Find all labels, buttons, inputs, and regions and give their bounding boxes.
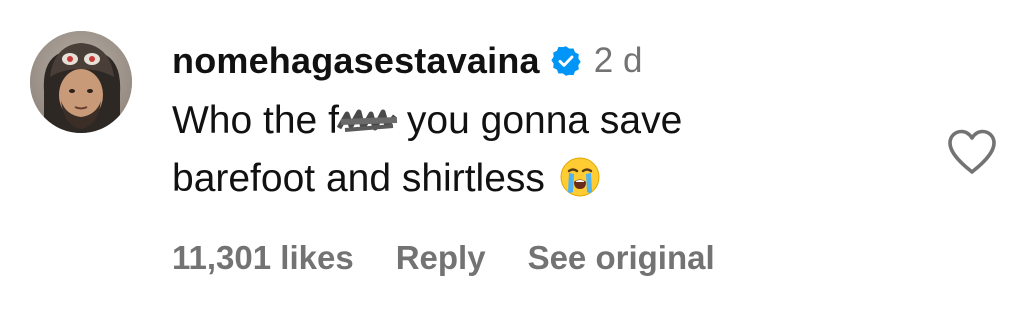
avatar[interactable] [30,31,132,133]
comment-line-2: barefoot and shirtless [172,150,682,208]
timestamp: 2 d [593,41,643,80]
verified-badge-icon [550,45,582,77]
comment-text: Who the f you gonna save barefoot and sh… [172,92,682,208]
like-button[interactable] [946,128,998,176]
loudly-crying-face-icon [559,156,601,198]
comment-actions: 11,301 likes Reply See original [172,233,715,283]
comment-text-part: Who the f [172,99,339,142]
heart-outline-icon [948,129,996,174]
username[interactable]: nomehagasestavaina [172,40,540,82]
comment-header: nomehagasestavaina 2 d [172,38,642,84]
comment-text-part: you gonna save [406,99,683,142]
avatar-photo [30,31,132,133]
comment-text-part: barefoot and shirtless [172,157,545,200]
reply-button[interactable]: Reply [396,239,486,277]
comment-line-1: Who the f you gonna save [172,92,682,150]
likes-count[interactable]: 11,301 likes [172,239,354,277]
censor-scribble [336,95,401,132]
see-original-button[interactable]: See original [528,239,715,277]
comment: nomehagasestavaina 2 d Who the f you gon… [0,0,1024,309]
